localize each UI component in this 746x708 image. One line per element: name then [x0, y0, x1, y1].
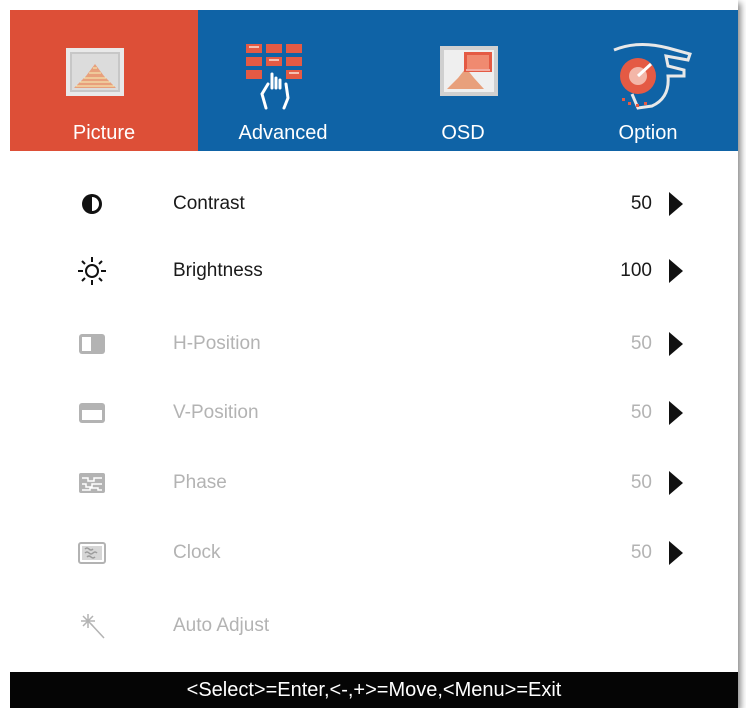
menu-item-label: Clock	[173, 542, 221, 563]
tab-option-label: Option	[618, 122, 678, 144]
menu-item-clock[interactable]: Clock 50	[10, 535, 738, 571]
menu-item-phase[interactable]: Phase 50	[10, 465, 738, 501]
menu-item-label: Phase	[173, 472, 227, 493]
tab-advanced[interactable]: Advanced	[198, 10, 368, 151]
clock-icon	[78, 542, 106, 564]
osd-menu: Picture Advanced OSD Option Contrast 50 …	[0, 0, 738, 708]
footer-hint: <Select>=Enter,<-,+>=Move,<Menu>=Exit	[186, 679, 562, 701]
menu-item-value: 100	[620, 260, 652, 281]
advanced-icon	[246, 44, 302, 110]
v-position-icon	[79, 403, 105, 423]
tab-picture-label: Picture	[72, 122, 136, 144]
menu-item-value: 50	[630, 402, 652, 423]
menu-item-label: Contrast	[173, 193, 245, 214]
right-arrow-icon[interactable]	[669, 192, 683, 216]
tab-advanced-label: Advanced	[238, 122, 328, 144]
menu-item-label: H-Position	[173, 333, 261, 354]
tab-osd-label: OSD	[441, 122, 485, 144]
right-arrow-icon[interactable]	[669, 332, 683, 356]
brightness-icon	[78, 257, 106, 285]
right-arrow-icon[interactable]	[669, 401, 683, 425]
menu-item-h-position[interactable]: H-Position 50	[10, 326, 738, 362]
menu-item-value: 50	[630, 193, 652, 214]
h-position-icon	[79, 334, 105, 354]
menu-item-auto-adjust[interactable]: Auto Adjust	[10, 608, 738, 644]
picture-icon	[66, 48, 124, 96]
osd-icon	[440, 46, 498, 96]
phase-icon	[79, 473, 105, 493]
menu-item-label: Auto Adjust	[173, 615, 270, 636]
tab-osd[interactable]: OSD	[368, 10, 558, 151]
menu-item-brightness[interactable]: Brightness 100	[10, 253, 738, 289]
contrast-icon	[82, 194, 102, 214]
help-footer: <Select>=Enter,<-,+>=Move,<Menu>=Exit	[10, 672, 738, 708]
menu-item-label: Brightness	[173, 260, 263, 281]
right-arrow-icon[interactable]	[669, 541, 683, 565]
option-icon	[613, 43, 692, 110]
right-arrow-icon[interactable]	[669, 259, 683, 283]
right-arrow-icon[interactable]	[669, 471, 683, 495]
tab-picture[interactable]: Picture	[10, 10, 198, 151]
menu-item-value: 50	[630, 472, 652, 493]
auto-adjust-icon	[81, 614, 105, 639]
menu-item-label: V-Position	[173, 402, 259, 423]
tab-bar: Picture Advanced OSD Option	[10, 10, 738, 151]
menu-item-contrast[interactable]: Contrast 50	[10, 186, 738, 222]
tab-option[interactable]: Option	[558, 10, 738, 151]
menu-item-v-position[interactable]: V-Position 50	[10, 395, 738, 431]
menu-item-value: 50	[630, 542, 652, 563]
menu-item-value: 50	[630, 333, 652, 354]
